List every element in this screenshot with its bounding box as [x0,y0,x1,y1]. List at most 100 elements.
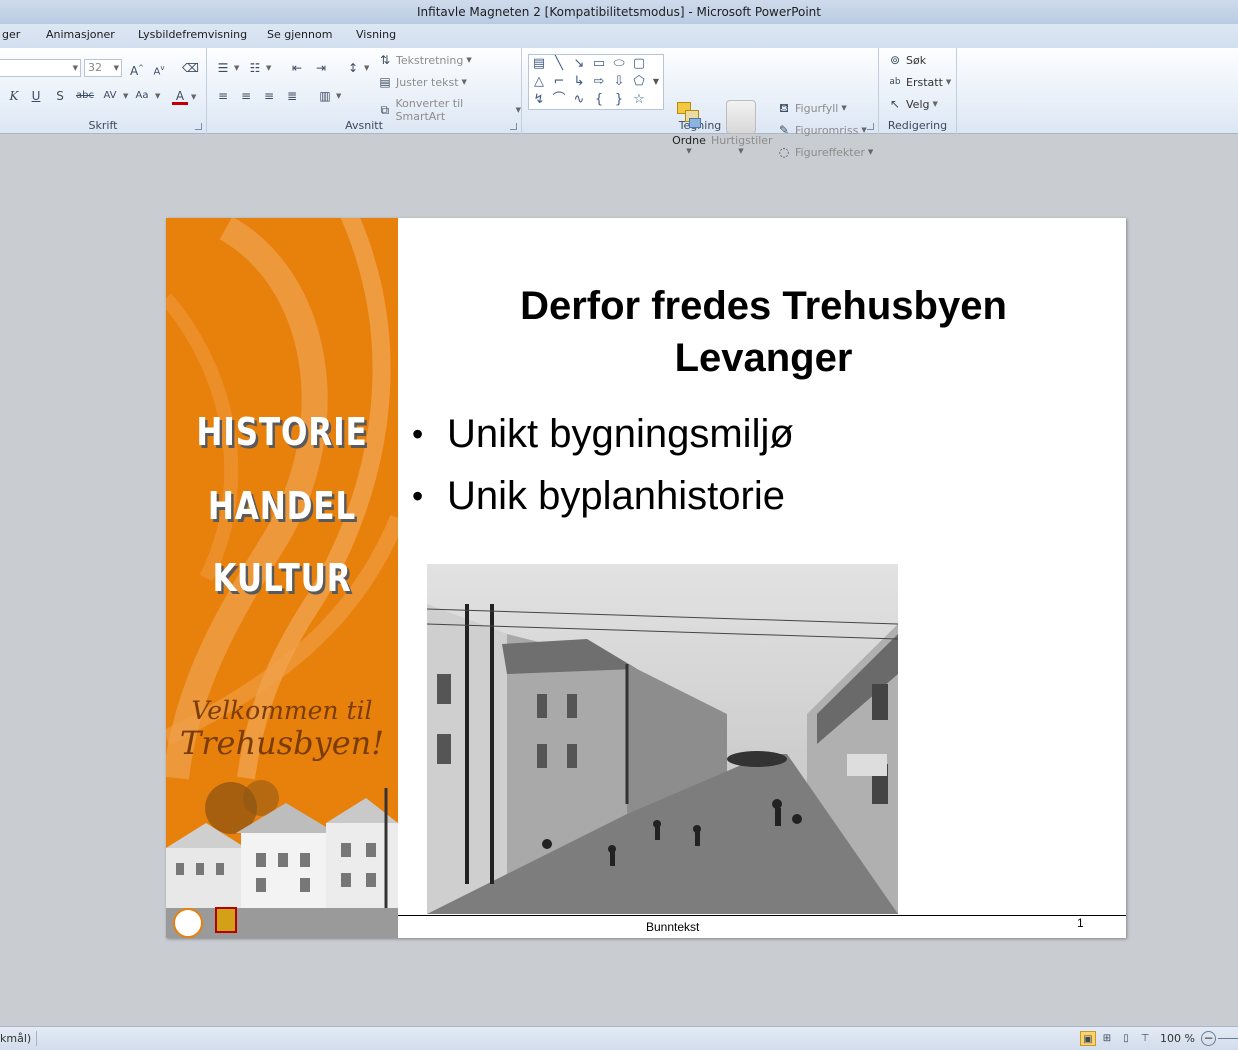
zoom-slider[interactable] [1218,1038,1238,1039]
binoculars-icon: ⊚ [889,53,901,67]
rounded-rect-shape-icon[interactable]: ▢ [630,56,648,72]
shape-fill-button[interactable]: ⛾ Figurfyll ▼ [776,101,847,115]
text-direction-label: Tekstretning [396,53,464,67]
italic-button[interactable]: K [6,89,22,103]
underline-button[interactable]: U [28,89,44,103]
justify-icon: ≣ [286,89,298,103]
font-group: ▼ 32 ▼ A^ Av ⌫ K U S abc AV ▼ Aa ▼ A ▼ Skri… [0,48,207,134]
char-spacing-button[interactable]: AV ▼ [100,89,128,103]
elbow-arrow-shape-icon[interactable]: ↳ [570,74,588,90]
font-group-label: Skrift [88,119,118,132]
arrow-line-shape-icon[interactable]: ↘ [570,56,588,72]
elbow-connector-shape-icon[interactable]: ⌐ [550,74,568,90]
curve-shape-icon[interactable]: ⌒ [550,92,568,108]
font-color-icon: A [172,89,188,105]
drawing-dialog-launcher[interactable] [867,123,874,130]
change-case-icon: Aa [135,90,149,101]
down-arrow-shape-icon[interactable]: ⇩ [610,74,628,90]
zoom-level[interactable]: 100 % [1160,1032,1195,1045]
bullet-list[interactable]: Unikt bygningsmiljø Unik byplanhistorie [412,404,1092,528]
shadow-button[interactable]: S [52,89,68,103]
strikethrough-button[interactable]: abc [74,89,96,103]
street-photo[interactable] [427,564,898,914]
quick-styles-button[interactable]: Hurtigstiler ▼ [711,100,773,155]
increase-indent-button[interactable]: ⇥ [313,61,329,75]
font-size-combo[interactable]: 32 ▼ [84,59,122,77]
tab-animations[interactable]: Animasjoner [44,28,117,41]
star-shape-icon[interactable]: ☆ [630,92,648,108]
textbox-shape-icon[interactable]: ▤ [530,56,548,72]
paragraph-dialog-launcher[interactable] [510,123,517,130]
font-dialog-launcher[interactable] [195,123,202,130]
font-color-button[interactable]: A ▼ [172,89,196,105]
align-text-button[interactable]: ▤ Juster tekst ▼ [377,75,467,89]
shape-effects-button[interactable]: ◌ Figureffekter ▼ [776,145,874,159]
arrange-button[interactable]: Ordne ▼ [668,100,710,155]
lightning-shape-icon[interactable]: ↯ [530,92,548,108]
tab-design[interactable]: ger [0,28,22,41]
line-spacing-button[interactable]: ↕ ▼ [345,61,369,75]
welcome-line-2: Trehusbyen! [179,724,385,762]
shape-outline-label: Figuromriss [795,123,859,137]
shadow-icon: S [56,89,64,103]
tab-review[interactable]: Se gjennom [265,28,334,41]
replace-button[interactable]: ab Erstatt ▼ [887,75,951,89]
tab-view[interactable]: Visning [354,28,398,41]
status-separator [36,1031,37,1046]
font-name-combo[interactable]: ▼ [0,59,81,77]
align-center-button[interactable]: ≡ [238,89,254,103]
editing-group: ⊚ Søk ab Erstatt ▼ ↖ Velg ▼ Redigering [879,48,957,134]
oval-shape-icon[interactable]: ⬭ [610,56,628,72]
find-button[interactable]: ⊚ Søk [887,53,926,67]
status-bar: kmål) ▣ ⊞ ▯ ⊤ 100 % − [0,1026,1238,1050]
freeform-shape-icon[interactable]: ∿ [570,92,588,108]
language-indicator[interactable]: kmål) [0,1032,31,1045]
slide-title[interactable]: Derfor fredes Trehusbyen Levanger [416,280,1111,384]
font-shrink-button[interactable]: Av [151,61,167,77]
right-brace-shape-icon[interactable]: } [610,92,628,108]
align-left-button[interactable]: ≡ [215,89,231,103]
right-arrow-shape-icon[interactable]: ⇨ [590,74,608,90]
pentagon-shape-icon[interactable]: ⬠ [630,74,648,90]
text-direction-icon: ⇅ [379,53,391,67]
triangle-shape-icon[interactable]: △ [530,74,548,90]
replace-icon: ab [889,77,901,87]
normal-view-icon[interactable]: ▣ [1080,1031,1096,1046]
decrease-indent-button[interactable]: ⇤ [289,61,305,75]
zoom-out-icon[interactable]: − [1201,1031,1216,1046]
slide-sorter-view-icon[interactable]: ⊞ [1099,1031,1115,1046]
select-button[interactable]: ↖ Velg ▼ [887,97,938,111]
font-grow-button[interactable]: A^ [129,61,145,78]
change-case-button[interactable]: Aa ▼ [132,89,161,103]
shape-outline-button[interactable]: ✎ Figuromriss ▼ [776,123,867,137]
clear-format-icon: ⌫ [182,61,199,75]
shape-fill-label: Figurfyll [795,101,839,115]
slide-number[interactable]: 1 [1077,916,1084,930]
slide-canvas[interactable]: HISTORIE HANDEL KULTUR Velkommen til Tre… [166,218,1126,938]
slideshow-view-icon[interactable]: ⊤ [1137,1031,1153,1046]
clear-format-button[interactable]: ⌫ [182,61,199,75]
rectangle-shape-icon[interactable]: ▭ [590,56,608,72]
align-text-icon: ▤ [379,75,391,89]
columns-button[interactable]: ▥ ▼ [317,89,341,103]
justify-button[interactable]: ≣ [284,89,300,103]
align-right-button[interactable]: ≡ [261,89,277,103]
columns-icon: ▥ [319,89,331,103]
text-direction-button[interactable]: ⇅ Tekstretning ▼ [377,53,472,67]
slide-banner: HISTORIE HANDEL KULTUR Velkommen til Tre… [166,218,398,938]
ribbon-tabs: ger Animasjoner Lysbildefremvisning Se g… [0,24,1238,48]
left-brace-shape-icon[interactable]: { [590,92,608,108]
reading-view-icon[interactable]: ▯ [1118,1031,1134,1046]
numbering-button[interactable]: ☷ ▼ [247,61,272,75]
pencil-icon: ✎ [778,123,790,137]
underline-icon: U [31,89,41,103]
gallery-more-icon[interactable]: ▼ [649,74,663,90]
replace-label: Erstatt [906,75,943,89]
tab-slideshow[interactable]: Lysbildefremvisning [136,28,249,41]
line-shape-icon[interactable]: ╲ [550,56,568,72]
slide-footer[interactable]: Bunntekst [646,920,699,934]
welcome-line-1: Velkommen til [191,696,373,725]
arrange-label: Ordne [672,134,706,147]
shapes-gallery[interactable]: ▤ ╲ ↘ ▭ ⬭ ▢ △ ⌐ ↳ ⇨ ⇩ ⬠ ↯ ⌒ ∿ { } ☆ ▼ [528,54,664,110]
bullets-button[interactable]: ☰ ▼ [215,61,240,75]
